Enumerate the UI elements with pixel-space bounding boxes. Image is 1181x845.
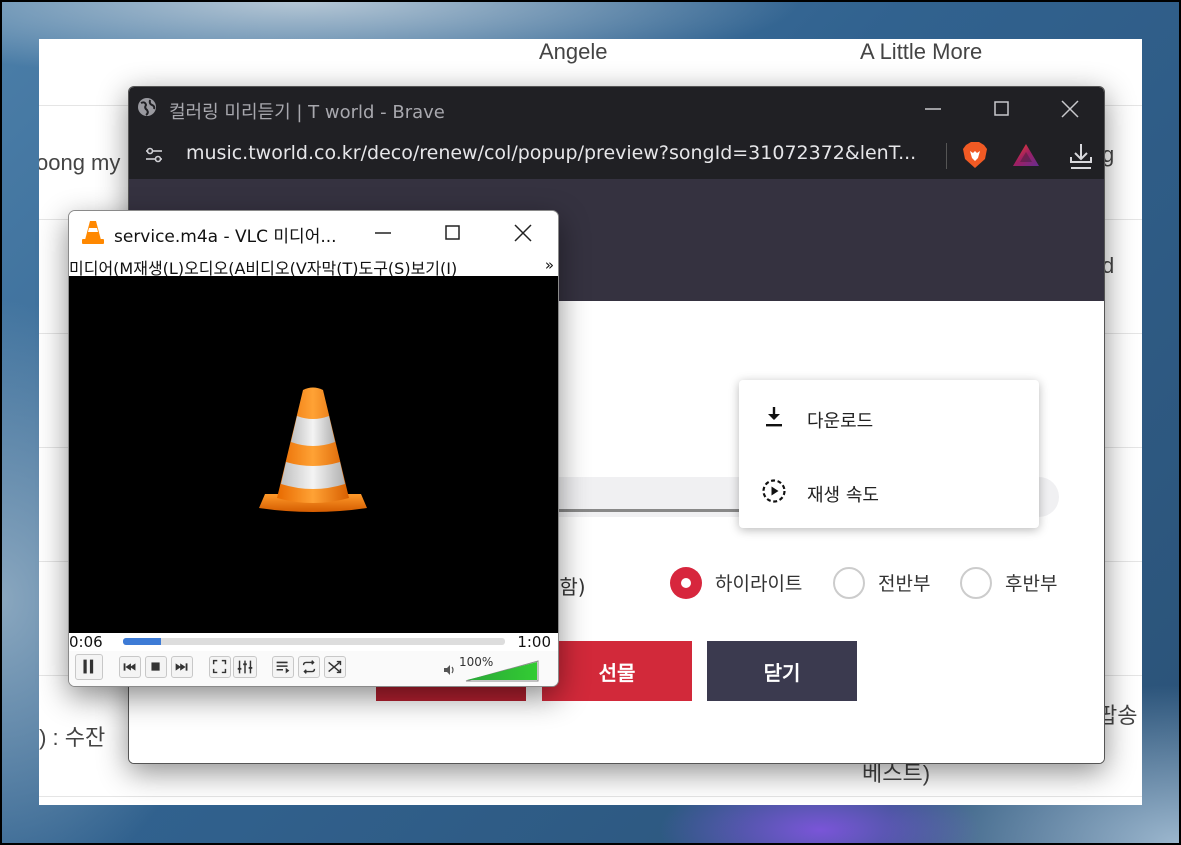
minimize-button[interactable] bbox=[913, 93, 953, 125]
vlc-menu-playback[interactable]: 재생(L) bbox=[133, 255, 184, 276]
vlc-menu-subtitle[interactable]: 자막(T) bbox=[307, 255, 359, 276]
address-bar[interactable]: music.tworld.co.kr/deco/renew/col/popup/… bbox=[129, 131, 1104, 180]
menu-item-playback-speed[interactable]: 재생 속도 bbox=[739, 462, 1039, 522]
brave-titlebar[interactable]: 컬러링 미리듣기 | T world - Brave bbox=[129, 87, 1104, 131]
url-text[interactable]: music.tworld.co.kr/deco/renew/col/popup/… bbox=[186, 142, 916, 164]
equalizer-icon bbox=[237, 660, 253, 674]
fullscreen-icon bbox=[212, 659, 227, 674]
vlc-time-elapsed: 0:06 bbox=[69, 633, 103, 651]
previous-button[interactable] bbox=[119, 656, 141, 678]
rewards-triangle-icon[interactable] bbox=[1012, 143, 1040, 167]
vlc-close-button[interactable] bbox=[503, 217, 543, 249]
vlc-minimize-button[interactable] bbox=[363, 217, 403, 249]
vlc-cone-artwork bbox=[259, 387, 367, 512]
song-artist: Angele bbox=[539, 39, 608, 64]
download-icon bbox=[766, 407, 782, 427]
vlc-titlebar[interactable]: service.m4a - VLC 미디어... bbox=[69, 211, 558, 255]
close-button[interactable]: 닫기 bbox=[707, 641, 857, 701]
maximize-button[interactable] bbox=[981, 93, 1021, 125]
vlc-seek-fill bbox=[123, 638, 162, 645]
radio-first-half-label[interactable]: 전반부 bbox=[878, 569, 930, 596]
pause-icon bbox=[83, 659, 94, 674]
gift-button[interactable]: 선물 bbox=[542, 641, 692, 701]
globe-icon bbox=[138, 98, 156, 116]
radio-highlight-label[interactable]: 하이라이트 bbox=[715, 569, 802, 596]
toolbar-separator bbox=[946, 143, 947, 169]
radio-second-half[interactable] bbox=[960, 567, 992, 599]
vlc-menu-media[interactable]: 미디어(M bbox=[69, 255, 133, 276]
skip-forward-icon bbox=[175, 663, 188, 671]
vlc-menubar: 미디어(M재생(L)오디오(A비디오(V자막(T)도구(S)보기(I) bbox=[69, 255, 558, 276]
extended-settings-button[interactable] bbox=[233, 656, 257, 678]
menu-item-label: 재생 속도 bbox=[807, 485, 879, 506]
brave-lion-icon[interactable] bbox=[962, 141, 988, 169]
vlc-cone-icon bbox=[82, 221, 104, 244]
speaker-icon[interactable] bbox=[443, 663, 457, 677]
vlc-maximize-button[interactable] bbox=[432, 217, 472, 249]
menu-item-download[interactable]: 다운로드 bbox=[739, 388, 1039, 448]
shuffle-icon bbox=[328, 660, 342, 674]
loop-icon bbox=[302, 660, 316, 674]
radio-first-half[interactable] bbox=[833, 567, 865, 599]
vlc-window-title: service.m4a - VLC 미디어... bbox=[114, 227, 337, 247]
download-icon[interactable] bbox=[1067, 141, 1095, 171]
fullscreen-button[interactable] bbox=[209, 656, 231, 678]
window-title: 컬러링 미리듣기 | T world - Brave bbox=[169, 102, 445, 123]
radio-highlight[interactable] bbox=[670, 567, 702, 599]
vlc-menu-tools[interactable]: 도구(S) bbox=[358, 255, 410, 276]
row-text-fragment: oong my bbox=[39, 150, 121, 175]
stop-icon bbox=[151, 662, 160, 671]
stop-button[interactable] bbox=[145, 656, 167, 678]
vlc-seek-bar[interactable] bbox=[123, 638, 505, 645]
vlc-menu-view[interactable]: 보기(I) bbox=[411, 255, 458, 276]
shuffle-button[interactable] bbox=[324, 656, 346, 678]
vlc-video-area[interactable] bbox=[69, 276, 558, 633]
vlc-menu-audio[interactable]: 오디오(A bbox=[184, 255, 245, 276]
skip-back-icon bbox=[123, 663, 136, 671]
context-menu: 다운로드 재생 속도 bbox=[739, 380, 1039, 528]
playlist-button[interactable] bbox=[272, 656, 294, 678]
row-divider bbox=[39, 796, 1142, 797]
vlc-menu-video[interactable]: 비디오(V bbox=[245, 255, 306, 276]
next-button[interactable] bbox=[171, 656, 193, 678]
loop-button[interactable] bbox=[298, 656, 320, 678]
pause-button[interactable] bbox=[75, 654, 103, 680]
vlc-menu-overflow[interactable]: » bbox=[545, 256, 554, 274]
row-text-fragment: !) : 수잔 bbox=[39, 725, 106, 750]
close-window-button[interactable] bbox=[1050, 93, 1090, 125]
song-title: A Little More bbox=[860, 39, 983, 64]
volume-slider[interactable] bbox=[465, 660, 539, 682]
tune-icon[interactable] bbox=[143, 144, 165, 166]
vlc-time-total: 1:00 bbox=[517, 633, 551, 651]
playback-speed-icon bbox=[762, 479, 786, 503]
radio-second-half-label[interactable]: 후반부 bbox=[1005, 569, 1057, 596]
vlc-window: service.m4a - VLC 미디어... 미디어(M재생(L)오디오(A… bbox=[68, 210, 559, 687]
playlist-icon bbox=[276, 661, 290, 674]
menu-item-label: 다운로드 bbox=[807, 411, 874, 432]
